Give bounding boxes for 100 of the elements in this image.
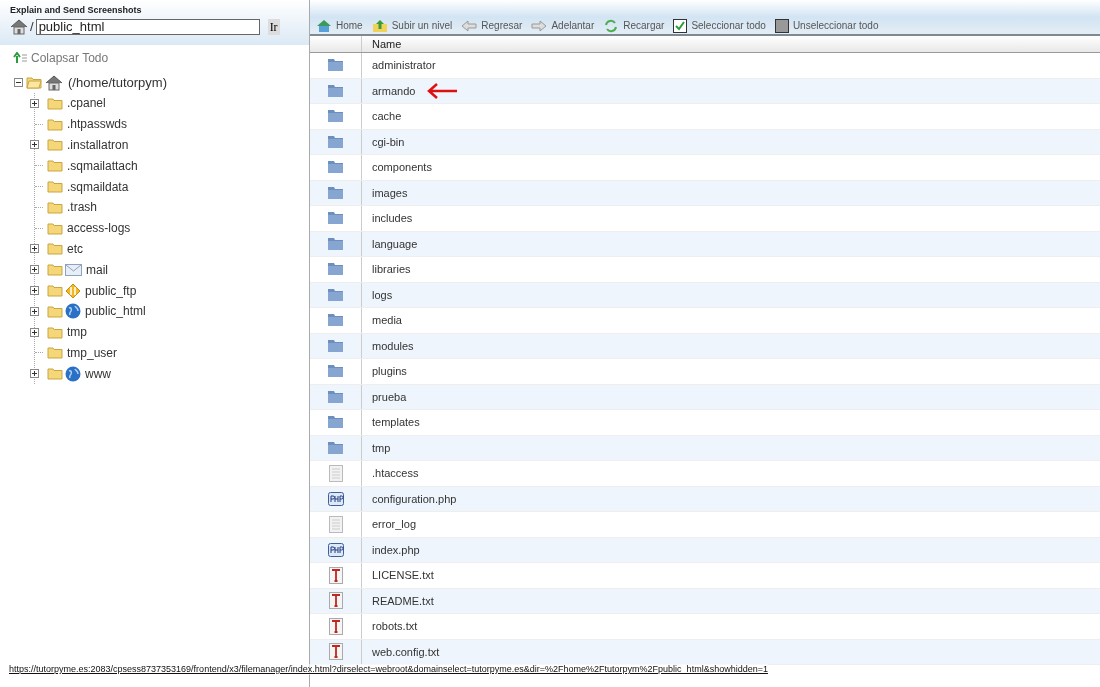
tree-item[interactable]: tmp bbox=[67, 323, 87, 342]
path-separator: / bbox=[30, 18, 34, 36]
folder-icon bbox=[47, 304, 63, 318]
column-header[interactable]: Name bbox=[362, 36, 412, 52]
folder-icon bbox=[327, 313, 344, 328]
file-name[interactable]: libraries bbox=[372, 261, 411, 278]
file-name[interactable]: tmp bbox=[372, 439, 391, 456]
tree-item[interactable]: .cpanel bbox=[67, 94, 106, 113]
toolbar-button[interactable]: Recargar bbox=[623, 18, 665, 33]
pointer-arrow-drawing bbox=[427, 82, 460, 99]
file-name[interactable]: modules bbox=[372, 337, 414, 354]
file-name[interactable]: images bbox=[372, 184, 408, 201]
file-name[interactable]: plugins bbox=[372, 363, 407, 380]
tree-item[interactable]: .trash bbox=[67, 198, 97, 217]
folder-icon bbox=[327, 364, 344, 379]
go-button[interactable]: Ir bbox=[267, 18, 280, 35]
text-file-icon bbox=[328, 617, 343, 635]
folder-icon bbox=[327, 58, 344, 73]
text-file-icon bbox=[328, 566, 343, 584]
expand-icon[interactable] bbox=[30, 286, 39, 296]
collapse-tree-icon bbox=[13, 52, 27, 64]
folder-icon bbox=[47, 242, 63, 256]
folder-icon bbox=[47, 367, 63, 381]
checked-box-icon bbox=[673, 18, 688, 33]
folder-icon bbox=[47, 159, 63, 173]
file-name[interactable]: components bbox=[372, 159, 432, 176]
php-file-icon bbox=[327, 542, 344, 557]
toolbar-button[interactable]: Unseleccionar todo bbox=[792, 18, 879, 33]
file-name[interactable]: .htaccess bbox=[372, 465, 419, 482]
php-file-icon bbox=[327, 491, 344, 506]
expand-icon[interactable] bbox=[30, 327, 39, 337]
file-name[interactable]: armando bbox=[372, 82, 416, 99]
tree-item[interactable]: tmp_user bbox=[67, 343, 118, 362]
toolbar-button[interactable]: Adelantar bbox=[551, 18, 595, 33]
file-name[interactable]: LICENSE.txt bbox=[372, 567, 434, 584]
tree-item[interactable]: www bbox=[85, 364, 111, 383]
file-name[interactable]: administrator bbox=[372, 57, 436, 74]
expand-icon[interactable] bbox=[30, 140, 39, 150]
transfer-sign-icon bbox=[65, 282, 81, 299]
folder-icon bbox=[47, 221, 63, 235]
folder-icon bbox=[47, 284, 63, 298]
globe-icon bbox=[65, 303, 81, 320]
tree-item[interactable]: access-logs bbox=[67, 219, 131, 238]
file-name[interactable]: cgi-bin bbox=[372, 133, 405, 150]
file-name[interactable]: web.config.txt bbox=[372, 643, 440, 660]
file-name[interactable]: media bbox=[372, 312, 402, 329]
house-icon bbox=[10, 18, 28, 35]
folder-icon bbox=[47, 180, 63, 194]
toolbar-button[interactable]: Regresar bbox=[481, 18, 523, 33]
collapse-all-button[interactable]: Colapsar Todo bbox=[31, 49, 109, 67]
file-name[interactable]: index.php bbox=[372, 541, 420, 558]
tree-item[interactable]: .installatron bbox=[67, 136, 129, 154]
folder-icon bbox=[327, 389, 344, 404]
expand-icon[interactable] bbox=[30, 98, 39, 108]
tree-item[interactable]: public_html bbox=[85, 302, 146, 321]
file-name[interactable]: cache bbox=[372, 108, 402, 125]
collapse-icon[interactable] bbox=[14, 78, 23, 87]
left-arrow-icon bbox=[461, 19, 478, 32]
globe-icon bbox=[65, 365, 81, 382]
folder-icon bbox=[327, 338, 344, 353]
folder-icon bbox=[327, 287, 344, 302]
file-name[interactable]: templates bbox=[372, 414, 420, 431]
toolbar-button[interactable]: Home bbox=[336, 18, 363, 33]
document-icon bbox=[328, 515, 343, 533]
up-arrow-folder-icon bbox=[371, 18, 388, 33]
tree-item[interactable]: etc bbox=[67, 239, 83, 258]
page-title: Explain and Send Screenshots bbox=[10, 4, 143, 16]
path-field[interactable]: public_html bbox=[35, 18, 260, 35]
toolbar-button[interactable]: Seleccionar todo bbox=[691, 18, 766, 33]
expand-icon[interactable] bbox=[30, 244, 39, 254]
expand-icon[interactable] bbox=[30, 306, 39, 316]
tree-item[interactable]: (/home/tutorpym) bbox=[68, 72, 167, 93]
tree-item[interactable]: mail bbox=[86, 260, 108, 279]
file-name[interactable]: includes bbox=[372, 210, 413, 227]
tree-item[interactable]: .sqmaildata bbox=[67, 177, 129, 196]
folder-icon bbox=[327, 262, 344, 277]
expand-icon[interactable] bbox=[30, 369, 39, 379]
folder-icon bbox=[327, 415, 344, 430]
toolbar-button[interactable]: Subir un nivel bbox=[391, 18, 453, 33]
folder-icon bbox=[327, 83, 344, 98]
folder-icon bbox=[327, 134, 344, 149]
file-name[interactable]: configuration.php bbox=[372, 490, 457, 507]
open-folder-icon bbox=[26, 76, 42, 89]
reload-icon bbox=[603, 18, 620, 33]
folder-icon bbox=[327, 236, 344, 251]
file-name[interactable]: logs bbox=[372, 286, 393, 303]
tree-item[interactable]: .sqmailattach bbox=[67, 156, 138, 175]
folder-icon bbox=[47, 346, 63, 360]
folder-icon bbox=[327, 211, 344, 226]
file-name[interactable]: prueba bbox=[372, 388, 407, 405]
tree-item[interactable]: public_ftp bbox=[85, 281, 137, 300]
file-name[interactable]: robots.txt bbox=[372, 618, 418, 635]
file-name[interactable]: error_log bbox=[372, 516, 417, 533]
status-url: https://tutorpyme.es:2083/cpsess8737353169/frontend/x3/filemanager/index.html?dirselect=webroot&domainselect=tutorpyme.es&dir=%2Fhome%2Ftutorpym%2Fpublic_html&showhidden=1 bbox=[9, 664, 768, 675]
text-file-icon bbox=[328, 643, 343, 661]
tree-item[interactable]: .htpasswds bbox=[67, 115, 128, 134]
empty-box-icon bbox=[774, 18, 789, 33]
file-name[interactable]: README.txt bbox=[372, 592, 434, 609]
file-name[interactable]: language bbox=[372, 235, 418, 252]
expand-icon[interactable] bbox=[30, 265, 39, 275]
